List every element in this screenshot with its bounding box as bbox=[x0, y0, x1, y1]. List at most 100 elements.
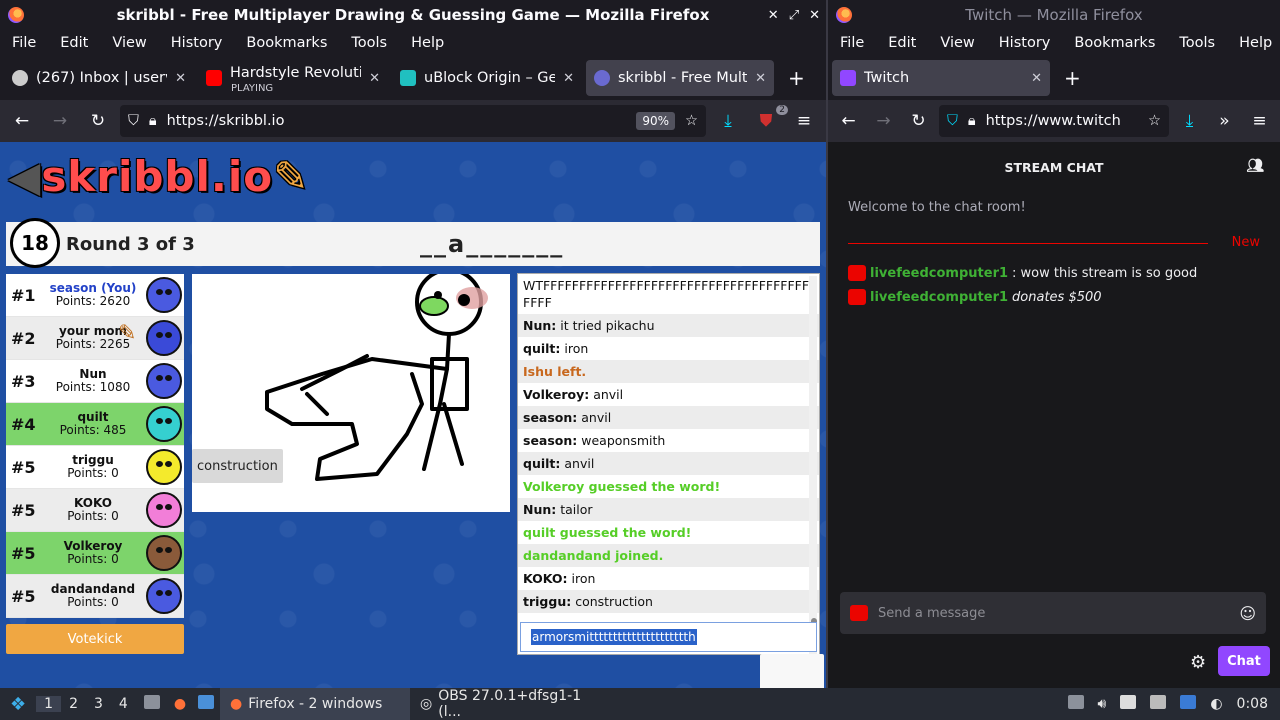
taskbar-obs[interactable]: ◎ OBS 27.0.1+dfsg1-1 (l... bbox=[410, 688, 610, 720]
url-text[interactable]: https://skribbl.io bbox=[167, 113, 627, 129]
reload-icon[interactable]: ↻ bbox=[82, 111, 114, 131]
player-rank: #5 bbox=[11, 500, 36, 520]
player-rank: #2 bbox=[11, 328, 36, 348]
chat-username[interactable]: livefeedcomputer1 bbox=[870, 290, 1008, 305]
tab-inbox[interactable]: (267) Inbox | uservn ✕ bbox=[4, 60, 194, 96]
menu-view[interactable]: View bbox=[100, 35, 158, 51]
menu-bookmarks[interactable]: Bookmarks bbox=[1062, 35, 1167, 51]
reload-icon[interactable]: ↻ bbox=[904, 111, 933, 131]
chat-username[interactable]: livefeedcomputer1 bbox=[870, 266, 1008, 281]
player-row[interactable]: #5 dandandand Points: 0 bbox=[6, 575, 184, 618]
tab-skribbl[interactable]: skribbl - Free Multipl ✕ bbox=[586, 60, 774, 96]
url-bar[interactable]: ⛉ 🔒︎ https://skribbl.io 90% ☆ bbox=[120, 105, 706, 137]
game-chat: WTFFFFFFFFFFFFFFFFFFFFFFFFFFFFFFFFFFFFFF… bbox=[517, 273, 820, 655]
overflow-chevron-icon[interactable]: » bbox=[1210, 111, 1239, 131]
tracking-shield-icon[interactable]: ⛉ bbox=[947, 113, 958, 129]
volume-icon[interactable]: 🔊︎ bbox=[1098, 696, 1107, 712]
maximize-icon[interactable]: ⤢ bbox=[789, 8, 799, 23]
hamburger-menu-icon[interactable]: ≡ bbox=[1245, 111, 1274, 131]
menu-tools[interactable]: Tools bbox=[1167, 35, 1227, 51]
workspace-4[interactable]: 4 bbox=[111, 696, 136, 712]
ublock-icon[interactable]: ⛊ 2 bbox=[750, 105, 788, 131]
network-icon[interactable]: ◐ bbox=[1210, 696, 1222, 712]
menu-file[interactable]: File bbox=[0, 35, 48, 51]
tab-hardstyle[interactable]: Hardstyle Revolution PLAYING ✕ bbox=[198, 60, 388, 96]
back-icon[interactable]: ← bbox=[834, 111, 863, 131]
clock[interactable]: 0:08 bbox=[1237, 696, 1268, 712]
player-row[interactable]: #3 Nun Points: 1080 bbox=[6, 360, 184, 403]
mail-icon bbox=[12, 70, 28, 86]
files-icon[interactable] bbox=[136, 695, 168, 713]
workspace-2[interactable]: 2 bbox=[61, 696, 86, 712]
forward-icon[interactable]: → bbox=[44, 111, 76, 131]
player-row[interactable]: #1 season (You) Points: 2620 bbox=[6, 274, 184, 317]
chat-scrollbar[interactable] bbox=[809, 276, 817, 654]
player-row[interactable]: #5 triggu Points: 0 bbox=[6, 446, 184, 489]
player-avatar bbox=[146, 406, 182, 442]
chat-username: quilt: bbox=[523, 341, 561, 356]
close-icon[interactable]: ✕ bbox=[809, 8, 820, 23]
player-info: Volkeroy Points: 0 bbox=[40, 540, 146, 566]
ublock-badge: 2 bbox=[776, 105, 788, 115]
firefox-launcher-icon[interactable]: ● bbox=[168, 696, 192, 712]
recaptcha-badge[interactable] bbox=[760, 654, 824, 688]
start-menu-icon[interactable]: ❖ bbox=[0, 694, 36, 715]
bookmark-star-icon[interactable]: ☆ bbox=[685, 113, 698, 129]
menu-file[interactable]: File bbox=[828, 35, 876, 51]
download-icon[interactable]: ⤓ bbox=[1175, 111, 1204, 131]
new-tab-button[interactable]: + bbox=[1054, 66, 1091, 90]
download-icon[interactable]: ⤓ bbox=[712, 111, 744, 131]
tab-ublock[interactable]: uBlock Origin – Get t ✕ bbox=[392, 60, 582, 96]
player-row[interactable]: #5 KOKO Points: 0 bbox=[6, 489, 184, 532]
zoom-indicator[interactable]: 90% bbox=[636, 112, 675, 130]
hamburger-menu-icon[interactable]: ≡ bbox=[788, 111, 820, 131]
minimize-icon[interactable]: ✕ bbox=[768, 8, 779, 23]
menu-edit[interactable]: Edit bbox=[876, 35, 928, 51]
player-row[interactable]: #4 quilt Points: 485 bbox=[6, 403, 184, 446]
votekick-button[interactable]: Votekick bbox=[6, 624, 184, 654]
player-row[interactable]: #2 your mom Points: 2265 ✎ bbox=[6, 317, 184, 360]
close-tab-icon[interactable]: ✕ bbox=[1031, 71, 1042, 86]
system-tray: 🔊︎ ◐ 0:08 bbox=[1067, 695, 1280, 713]
updates-icon[interactable] bbox=[1180, 695, 1197, 713]
chat-send-button[interactable]: Chat bbox=[1218, 646, 1270, 676]
menu-edit[interactable]: Edit bbox=[48, 35, 100, 51]
player-info: KOKO Points: 0 bbox=[40, 497, 146, 523]
url-text[interactable]: https://www.twitch bbox=[986, 113, 1138, 129]
display-icon[interactable] bbox=[1150, 695, 1167, 713]
notes-icon[interactable] bbox=[1067, 695, 1084, 713]
back-icon[interactable]: ← bbox=[6, 111, 38, 131]
menu-history[interactable]: History bbox=[159, 35, 235, 51]
menu-help[interactable]: Help bbox=[1227, 35, 1280, 51]
new-tab-button[interactable]: + bbox=[778, 66, 815, 90]
twitch-icon bbox=[840, 70, 856, 86]
forward-icon[interactable]: → bbox=[869, 111, 898, 131]
workspace-1[interactable]: 1 bbox=[36, 696, 62, 712]
player-row[interactable]: #5 Volkeroy Points: 0 bbox=[6, 532, 184, 575]
chat-message: Ishu left. bbox=[518, 360, 819, 383]
chat-message: triggu: construction bbox=[518, 590, 819, 613]
clipboard-icon[interactable] bbox=[1120, 695, 1137, 713]
close-tab-icon[interactable]: ✕ bbox=[755, 71, 766, 86]
tab-twitch[interactable]: Twitch ✕ bbox=[832, 60, 1050, 96]
folder-icon[interactable] bbox=[192, 695, 220, 713]
close-tab-icon[interactable]: ✕ bbox=[563, 71, 574, 86]
url-bar[interactable]: ⛉ 🔒︎ https://www.twitch ☆ bbox=[939, 105, 1169, 137]
bookmark-star-icon[interactable]: ☆ bbox=[1148, 113, 1161, 129]
settings-gear-icon[interactable]: ⚙ bbox=[1190, 652, 1206, 673]
send-message-input[interactable]: Send a message ☺ bbox=[840, 592, 1266, 634]
menu-history[interactable]: History bbox=[987, 35, 1063, 51]
close-tab-icon[interactable]: ✕ bbox=[175, 71, 186, 86]
menu-tools[interactable]: Tools bbox=[339, 35, 399, 51]
close-tab-icon[interactable]: ✕ bbox=[369, 71, 380, 86]
menu-view[interactable]: View bbox=[928, 35, 986, 51]
taskbar-firefox[interactable]: ● Firefox - 2 windows bbox=[220, 688, 411, 720]
menu-bookmarks[interactable]: Bookmarks bbox=[234, 35, 339, 51]
workspace-3[interactable]: 3 bbox=[86, 696, 111, 712]
guess-input[interactable]: armorsmittttttttttttttttttttth bbox=[520, 622, 817, 652]
emote-icon[interactable]: ☺ bbox=[1239, 604, 1256, 623]
menu-help[interactable]: Help bbox=[399, 35, 456, 51]
users-icon[interactable]: 👥︎ bbox=[1246, 158, 1264, 174]
tracking-shield-icon[interactable]: ⛉ bbox=[128, 113, 139, 129]
navigation-toolbar: ← → ↻ ⛉ 🔒︎ https://skribbl.io 90% ☆ ⤓ ⛊ 2… bbox=[0, 100, 826, 142]
